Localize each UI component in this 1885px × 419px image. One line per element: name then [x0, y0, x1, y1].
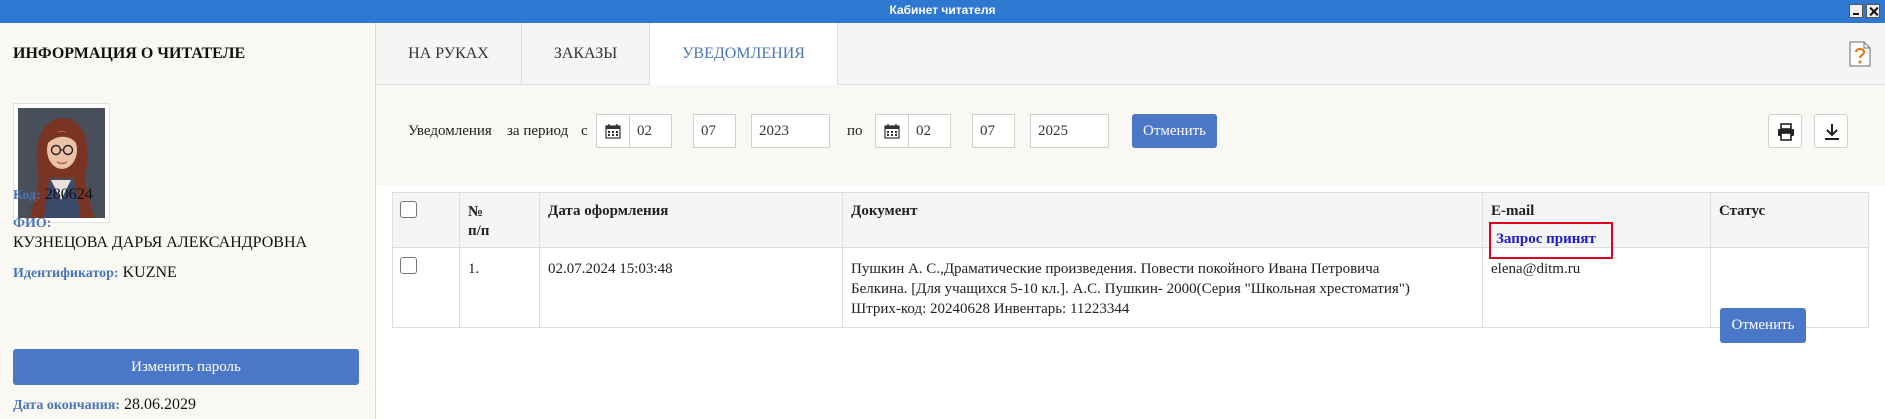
change-password-button[interactable]: Изменить пароль	[13, 349, 359, 385]
header-num: № п/п	[468, 203, 489, 241]
main-content: НА РУКАХ ЗАКАЗЫ УВЕДОМЛЕНИЯ Уведомления …	[376, 23, 1885, 419]
window-title: Кабинет читателя	[889, 3, 996, 17]
expiry-date-label: Дата окончания:	[13, 398, 121, 413]
filter-label-period: за период	[507, 123, 569, 139]
header-status: Статус	[1719, 203, 1766, 219]
row-cancel-button[interactable]: Отменить	[1720, 308, 1806, 343]
reader-identifier: Идентификатор: KUZNE	[13, 264, 177, 282]
filter-label-notifications: Уведомления	[408, 123, 492, 139]
reader-fio-label: ФИО:	[13, 216, 52, 231]
download-button[interactable]	[1814, 114, 1848, 148]
filter-cancel-button[interactable]: Отменить	[1132, 114, 1217, 148]
reader-code-label: Код:	[13, 188, 41, 203]
from-day-input[interactable]: 02	[629, 114, 672, 148]
to-month-input[interactable]: 07	[972, 114, 1015, 148]
header-num-line2: п/п	[468, 223, 490, 239]
row-checkbox[interactable]	[400, 257, 417, 274]
from-month-input[interactable]: 07	[693, 114, 736, 148]
to-year-input[interactable]: 2025	[1030, 114, 1109, 148]
row-document: Пушкин А. С.,Драматические произведения.…	[851, 259, 1410, 319]
reader-identifier-label: Идентификатор:	[13, 266, 119, 281]
help-icon[interactable]	[1847, 40, 1873, 68]
expiry-date-value: 28.06.2029	[124, 396, 197, 413]
row-document-line2: Белкина. [Для учащихся 5-10 кл.]. А.С. П…	[851, 281, 1410, 297]
print-icon	[1778, 123, 1794, 141]
minimize-button[interactable]	[1849, 4, 1863, 18]
to-calendar-icon[interactable]	[875, 114, 908, 148]
print-button[interactable]	[1768, 114, 1802, 148]
download-icon	[1825, 124, 1839, 140]
from-year-input[interactable]: 2023	[751, 114, 830, 148]
reader-code-value: 280624	[44, 186, 93, 203]
tab-orders[interactable]: ЗАКАЗЫ	[522, 23, 650, 85]
reader-code: Код: 280624	[13, 186, 93, 204]
row-status: Запрос принят	[1496, 231, 1596, 247]
row-document-line1: Пушкин А. С.,Драматические произведения.…	[851, 261, 1380, 277]
expiry-date: Дата окончания: 28.06.2029	[13, 396, 196, 414]
row-email: elena@ditm.ru	[1491, 261, 1581, 277]
filter-label-to: по	[847, 123, 863, 139]
select-all-checkbox[interactable]	[400, 201, 417, 218]
reader-info-heading: ИНФОРМАЦИЯ О ЧИТАТЕЛЕ	[13, 45, 246, 62]
to-day-input[interactable]: 02	[908, 114, 951, 148]
header-date: Дата оформления	[548, 203, 669, 219]
avatar	[13, 103, 110, 223]
tab-notifications[interactable]: УВЕДОМЛЕНИЯ	[650, 23, 838, 86]
row-date: 02.07.2024 15:03:48	[548, 261, 673, 277]
header-email: E-mail	[1491, 203, 1535, 219]
tab-bar: НА РУКАХ ЗАКАЗЫ УВЕДОМЛЕНИЯ	[376, 23, 1885, 86]
reader-fio-value: КУЗНЕЦОВА ДАРЬЯ АЛЕКСАНДРОВНА	[13, 234, 308, 251]
window-titlebar: Кабинет читателя	[0, 0, 1885, 23]
notifications-table: № п/п Дата оформления Документ E-mail Ст…	[392, 192, 1869, 343]
close-button[interactable]	[1866, 4, 1880, 18]
reader-identifier-value: KUZNE	[122, 264, 177, 281]
row-num: 1.	[468, 261, 480, 277]
filter-bar: Уведомления за период с 02 07 2023 по 02…	[376, 85, 1885, 185]
reader-fio-label-row: ФИО:	[13, 214, 51, 232]
filter-label-from: с	[581, 123, 588, 139]
tab-on-hands[interactable]: НА РУКАХ	[376, 23, 522, 85]
header-document: Документ	[851, 203, 918, 219]
from-calendar-icon[interactable]	[596, 114, 629, 148]
reader-info-panel: ИНФОРМАЦИЯ О ЧИТАТЕЛЕ Код: 280624 ФИО: К…	[0, 23, 376, 419]
header-num-line1: №	[468, 204, 484, 220]
row-document-line3: Штрих-код: 20240628 Инвентарь: 11223344	[851, 301, 1130, 317]
